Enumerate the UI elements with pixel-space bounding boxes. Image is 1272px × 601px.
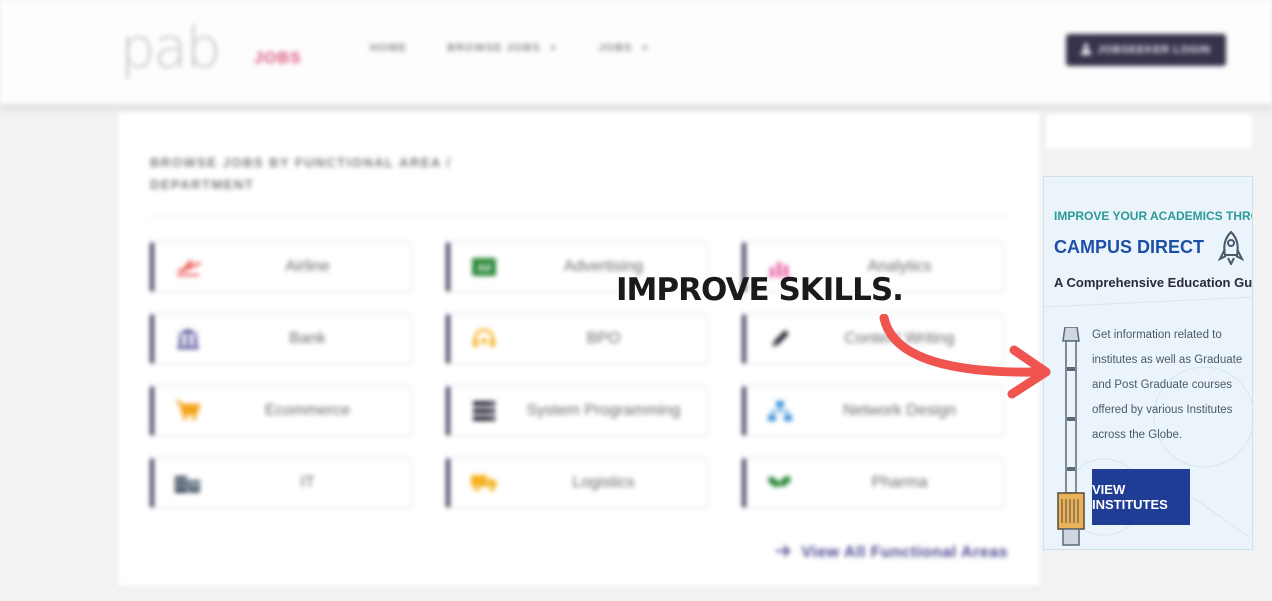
nav-item-label: JOBS — [598, 42, 633, 54]
bank-icon — [174, 327, 202, 351]
area-label: Logistics — [572, 474, 635, 491]
site-logo[interactable]: pab JOBS — [120, 18, 320, 84]
pen-icon — [766, 327, 794, 351]
ad-tagline: A Comprehensive Education Guide! — [1054, 275, 1253, 290]
sidebar-widget — [1046, 114, 1252, 150]
area-tile-bank[interactable]: Bank — [150, 314, 412, 364]
svg-text:Ad: Ad — [477, 263, 490, 274]
page: pab JOBS HOME BROWSE JOBS ▼ JOBS ▼ JOBSE… — [0, 0, 1272, 601]
nav-item-browse-jobs[interactable]: BROWSE JOBS ▼ — [447, 42, 558, 54]
area-tile-ecommerce[interactable]: Ecommerce — [150, 386, 412, 436]
overlay-caption: IMPROVE SKILLS. — [616, 272, 904, 308]
nav-item-label: BROWSE JOBS — [447, 42, 541, 54]
cart-icon — [174, 399, 202, 423]
area-tile-logistics[interactable]: Logistics — [446, 458, 708, 508]
link-label: View All Functional Areas — [801, 544, 1008, 561]
ad-heading: IMPROVE YOUR ACADEMICS THROUGH — [1054, 209, 1252, 223]
arrow-right-icon — [775, 544, 791, 562]
tower-illustration — [1057, 327, 1085, 546]
ad-description: Get information related to institutes as… — [1092, 329, 1243, 441]
pills-icon — [766, 471, 794, 495]
section-title: BROWSE JOBS BY FUNCTIONAL AREA / DEPARTM… — [150, 155, 452, 192]
building-icon — [174, 471, 202, 495]
area-label: System Programming — [526, 402, 681, 419]
area-label: Pharma — [871, 474, 928, 491]
button-label: JOBSEEKER LOGIN — [1097, 44, 1211, 56]
ad-icon: Ad — [470, 255, 498, 279]
network-icon — [766, 399, 794, 423]
chevron-down-icon: ▼ — [640, 43, 651, 53]
truck-icon — [470, 471, 498, 495]
logo-subtitle: JOBS — [254, 50, 302, 67]
area-label: Ecommerce — [264, 402, 351, 419]
ad-brand: CAMPUS DIRECT — [1054, 237, 1205, 257]
divider — [148, 216, 1010, 217]
area-label: IT — [300, 474, 315, 491]
nav-item-jobs[interactable]: JOBS ▼ — [598, 42, 650, 54]
view-all-functional-areas-link[interactable]: View All Functional Areas — [775, 544, 1008, 562]
logo-wordmark: pab — [120, 16, 221, 81]
area-tile-system-programming[interactable]: System Programming — [446, 386, 708, 436]
rocket-icon — [1217, 230, 1245, 272]
site-header: pab JOBS HOME BROWSE JOBS ▼ JOBS ▼ JOBSE… — [0, 0, 1272, 104]
area-tile-it[interactable]: IT — [150, 458, 412, 508]
area-tile-pharma[interactable]: Pharma — [742, 458, 1004, 508]
campus-direct-ad[interactable]: IMPROVE YOUR ACADEMICS THROUGH CAMPUS DI… — [1043, 176, 1253, 550]
area-tile-bpo[interactable]: BPO — [446, 314, 708, 364]
headset-icon — [470, 327, 498, 351]
overlay-arrow-icon — [879, 314, 1051, 399]
area-label: BPO — [586, 330, 621, 347]
nav-item-label: HOME — [370, 42, 407, 54]
user-icon — [1081, 42, 1092, 58]
area-tile-airline[interactable]: Airline — [150, 242, 412, 292]
area-label: Bank — [289, 330, 326, 347]
jobseeker-login-button[interactable]: JOBSEEKER LOGIN — [1066, 34, 1226, 66]
view-institutes-button[interactable]: VIEW INSTITUTES — [1092, 469, 1190, 525]
server-icon — [470, 399, 498, 423]
chevron-down-icon: ▼ — [548, 43, 559, 53]
main-nav: HOME BROWSE JOBS ▼ JOBS ▼ — [370, 42, 650, 54]
area-label: Airline — [285, 258, 330, 275]
airplane-icon — [174, 255, 202, 279]
nav-item-home[interactable]: HOME — [370, 42, 407, 54]
